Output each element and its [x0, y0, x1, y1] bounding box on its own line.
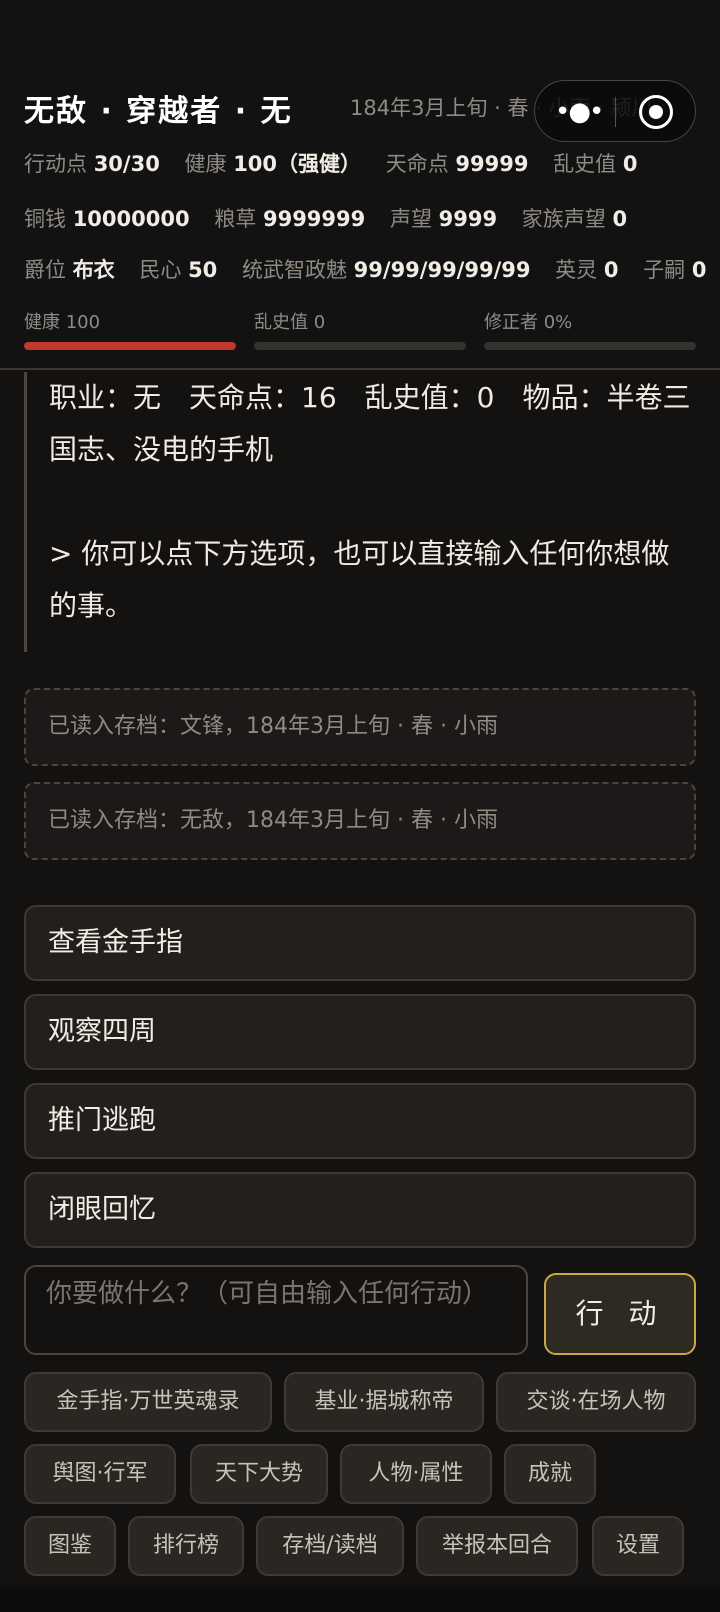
- action-button[interactable]: 行 动: [544, 1273, 696, 1355]
- stat-health: 健康 100（强健）: [184, 152, 362, 176]
- stat-money: 铜钱 10000000: [24, 207, 190, 231]
- chip-codex[interactable]: 图鉴: [24, 1516, 116, 1576]
- character-title: 无敌 · 穿越者 · 无: [24, 94, 293, 129]
- health-bar-track: [24, 342, 236, 350]
- more-dots-icon[interactable]: •●•: [555, 97, 604, 127]
- chaos-bar-label: 乱史值 0: [254, 312, 326, 333]
- stat-rank: 爵位 布衣: [24, 258, 115, 282]
- bottom-bar: [0, 1585, 720, 1612]
- option-flee-door[interactable]: 推门逃跑: [24, 1083, 696, 1159]
- chip-map-march[interactable]: 舆图·行军: [24, 1444, 176, 1504]
- action-input[interactable]: [24, 1265, 528, 1355]
- miniprogram-capsule[interactable]: •●•: [534, 80, 696, 142]
- chaos-bar-track: [254, 342, 466, 350]
- stat-chaos: 乱史值 0: [553, 152, 638, 176]
- target-icon[interactable]: [639, 95, 673, 129]
- chip-talk[interactable]: 交谈·在场人物: [496, 1372, 696, 1432]
- corrector-bar-track: [484, 342, 696, 350]
- chip-leaderboard[interactable]: 排行榜: [128, 1516, 244, 1576]
- stat-reputation: 声望 9999: [389, 207, 498, 231]
- chip-settings[interactable]: 设置: [592, 1516, 684, 1576]
- chip-report-round[interactable]: 举报本回合: [416, 1516, 578, 1576]
- status-header: 无敌 · 穿越者 · 无 184年3月上旬 · 春 · 小雨 · 颍川 •●• …: [0, 0, 720, 370]
- stat-heirs: 子嗣 0: [643, 258, 707, 282]
- health-bar: 健康 100: [24, 308, 236, 350]
- capsule-divider: [615, 97, 616, 127]
- stat-grain: 粮草 9999999: [214, 207, 366, 231]
- chip-character-attributes[interactable]: 人物·属性: [340, 1444, 492, 1504]
- stat-action-points: 行动点 30/30: [24, 152, 160, 176]
- stats-row-2: 铜钱 10000000 粮草 9999999 声望 9999 家族声望 0: [24, 203, 645, 233]
- story-hint-line: > 你可以点下方选项，也可以直接输入任何你想做的事。: [49, 537, 670, 622]
- story-status-line: 职业：无 天命点：16 乱史值：0 物品：半卷三国志、没电的手机: [49, 381, 691, 466]
- stats-row-1: 行动点 30/30 健康 100（强健） 天命点 99999 乱史值 0: [24, 148, 655, 178]
- chip-save-load[interactable]: 存档/读档: [256, 1516, 404, 1576]
- stat-heroic-souls: 英灵 0: [555, 258, 619, 282]
- chip-base[interactable]: 基业·据城称帝: [284, 1372, 484, 1432]
- save-loaded-notice: 已读入存档：文锋，184年3月上旬 · 春 · 小雨: [24, 688, 696, 766]
- option-view-golden-finger[interactable]: 查看金手指: [24, 905, 696, 981]
- stat-destiny: 天命点 99999: [385, 152, 529, 176]
- health-bar-label: 健康 100: [24, 312, 101, 333]
- story-text: 职业：无 天命点：16 乱史值：0 物品：半卷三国志、没电的手机 > 你可以点下…: [24, 372, 696, 652]
- stat-attributes: 统武智政魅 99/99/99/99/99: [241, 258, 531, 282]
- chip-golden-finger[interactable]: 金手指·万世英魂录: [24, 1372, 272, 1432]
- corrector-bar: 修正者 0%: [484, 308, 696, 350]
- chaos-bar: 乱史值 0: [254, 308, 466, 350]
- stat-public-support: 民心 50: [139, 258, 218, 282]
- chip-achievements[interactable]: 成就: [504, 1444, 596, 1504]
- corrector-bar-label: 修正者 0%: [484, 312, 573, 333]
- stat-family-reputation: 家族声望 0: [521, 207, 628, 231]
- save-loaded-notice: 已读入存档：无敌，184年3月上旬 · 春 · 小雨: [24, 782, 696, 860]
- health-bar-fill: [24, 342, 236, 350]
- option-close-eyes-recall[interactable]: 闭眼回忆: [24, 1172, 696, 1248]
- chip-world-situation[interactable]: 天下大势: [190, 1444, 328, 1504]
- stats-row-3: 爵位 布衣 民心 50 统武智政魅 99/99/99/99/99 英灵 0 子嗣…: [24, 254, 706, 284]
- option-observe-surroundings[interactable]: 观察四周: [24, 994, 696, 1070]
